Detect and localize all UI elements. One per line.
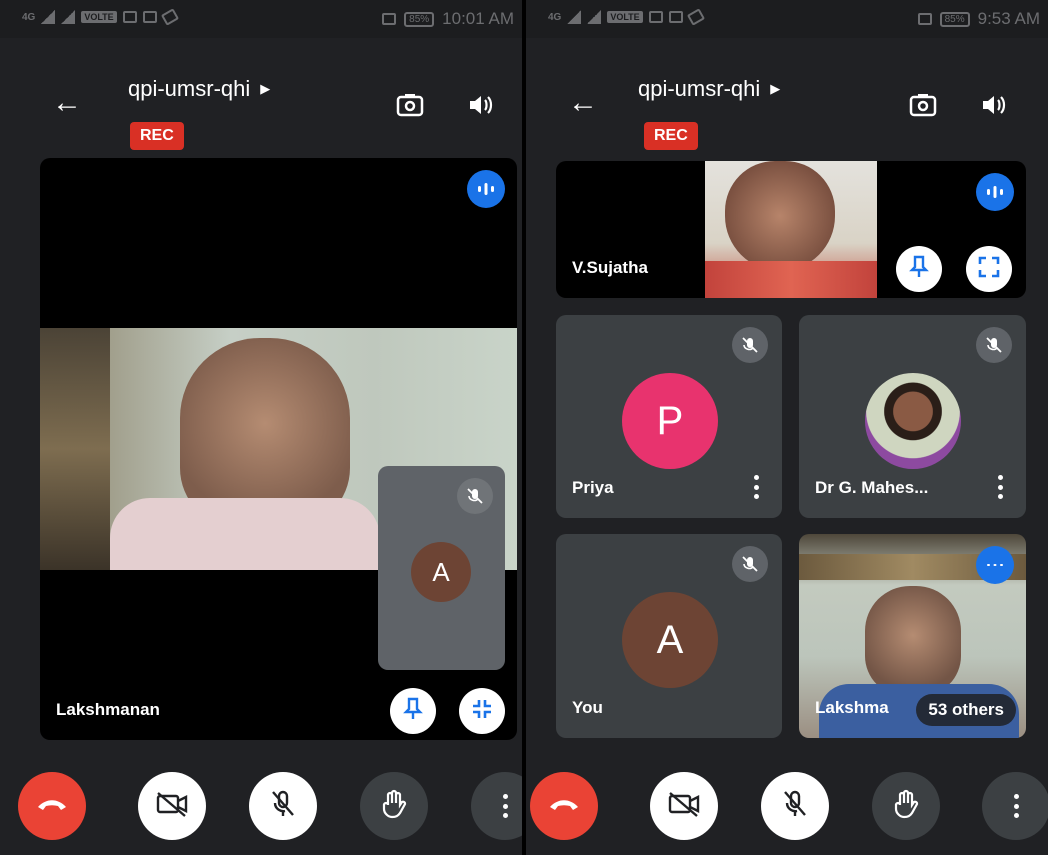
participant-tile-you[interactable]: A You — [556, 534, 782, 738]
end-call-button[interactable] — [18, 772, 86, 840]
meeting-header: ← qpi-umsr-qhi ▶ REC — [526, 60, 1048, 160]
participant-tile-mahes[interactable]: Dr G. Mahes... — [799, 315, 1026, 518]
recording-badge: REC — [644, 122, 698, 150]
participant-name: V.Sujatha — [572, 258, 648, 277]
participant-avatar-photo — [865, 373, 961, 469]
participant-tile-others[interactable]: Lakshma 53 others — [799, 534, 1026, 738]
pin-button[interactable] — [390, 688, 436, 734]
signal-icon-2 — [61, 10, 76, 24]
pin-button[interactable] — [896, 246, 942, 292]
battery-indicator: 85% — [404, 11, 435, 27]
minimize-icon — [471, 698, 493, 725]
participant-tile-priya[interactable]: P Priya — [556, 315, 782, 518]
mic-off-icon — [976, 327, 1012, 363]
minimize-button[interactable] — [459, 688, 505, 734]
gallery-notification-icon — [142, 11, 157, 23]
vibrate-icon — [382, 13, 397, 25]
end-call-icon — [547, 796, 581, 817]
camera-off-icon — [667, 790, 701, 823]
end-call-icon — [35, 796, 69, 817]
participant-name: Lakshma — [815, 698, 889, 717]
participant-name: Lakshmanan — [56, 700, 160, 719]
battery-indicator: 85% — [939, 11, 970, 27]
camera-switch-icon[interactable] — [393, 88, 427, 122]
more-options-button[interactable] — [982, 772, 1048, 840]
clock: 9:53 AM — [977, 9, 1040, 28]
participant-video — [705, 161, 877, 298]
fullscreen-button[interactable] — [966, 246, 1012, 292]
raise-hand-icon — [892, 789, 920, 824]
meeting-code: qpi-umsr-qhi — [128, 76, 251, 101]
gallery-notification-icon — [668, 11, 683, 23]
camera-off-icon — [155, 790, 189, 823]
participant-name: Dr G. Mahes... — [815, 478, 929, 497]
mic-off-icon — [732, 327, 768, 363]
speaking-indicator-icon — [976, 546, 1014, 584]
phone-notification-icon — [160, 8, 179, 26]
video-notification-icon — [648, 11, 663, 23]
play-triangle-icon: ▶ — [770, 81, 781, 96]
main-video-tile[interactable]: A Lakshmanan — [40, 158, 517, 740]
speaker-icon[interactable] — [463, 88, 497, 122]
meeting-title[interactable]: qpi-umsr-qhi ▶ — [638, 76, 780, 102]
more-vert-icon[interactable] — [744, 472, 768, 502]
end-call-button[interactable] — [530, 772, 598, 840]
meeting-header: ← qpi-umsr-qhi ▶ REC — [0, 60, 522, 160]
participant-name: Priya — [572, 478, 614, 497]
call-controls — [0, 760, 522, 855]
pin-icon — [403, 697, 423, 726]
fullscreen-icon — [978, 256, 1000, 283]
mic-off-icon — [457, 478, 493, 514]
mic-off-icon — [270, 789, 296, 824]
speaking-indicator-icon — [467, 170, 505, 208]
back-arrow-icon[interactable]: ← — [52, 86, 82, 120]
status-bar: 4G VOLTE 85% 9:53 AM — [526, 0, 1048, 38]
participant-name: You — [572, 698, 603, 717]
left-phone-screen: 4G VOLTE 85% 10:01 AM ← qpi-umsr-qhi ▶ R… — [0, 0, 522, 855]
status-bar: 4G VOLTE 85% 10:01 AM — [0, 0, 522, 38]
raise-hand-button[interactable] — [360, 772, 428, 840]
raise-hand-button[interactable] — [872, 772, 940, 840]
more-options-button[interactable] — [471, 772, 522, 840]
speaker-icon[interactable] — [976, 88, 1010, 122]
right-phone-screen: 4G VOLTE 85% 9:53 AM ← qpi-umsr-qhi ▶ RE… — [526, 0, 1048, 855]
camera-switch-icon[interactable] — [906, 88, 940, 122]
signal-icon-2 — [587, 10, 602, 24]
raise-hand-icon — [380, 789, 408, 824]
signal-icon — [567, 10, 582, 24]
recording-badge: REC — [130, 122, 184, 150]
volte-badge: VOLTE — [607, 11, 643, 23]
network-type: 4G — [548, 11, 562, 23]
back-arrow-icon[interactable]: ← — [568, 86, 598, 120]
mic-toggle-button[interactable] — [249, 772, 317, 840]
others-count-badge[interactable]: 53 others — [916, 694, 1016, 726]
more-vert-icon — [1004, 791, 1028, 821]
signal-icon — [41, 10, 56, 24]
more-vert-icon[interactable] — [988, 472, 1012, 502]
video-notification-icon — [122, 11, 137, 23]
participant-avatar: P — [622, 373, 718, 469]
video-tile-vsujatha[interactable]: V.Sujatha — [556, 161, 1026, 298]
vibrate-icon — [917, 13, 932, 25]
camera-toggle-button[interactable] — [138, 772, 206, 840]
mic-toggle-button[interactable] — [761, 772, 829, 840]
participant-avatar: A — [622, 592, 718, 688]
clock: 10:01 AM — [442, 9, 514, 28]
volte-badge: VOLTE — [81, 11, 117, 23]
more-vert-icon — [493, 791, 517, 821]
self-preview-tile[interactable]: A — [378, 466, 505, 670]
self-avatar: A — [411, 542, 471, 602]
play-triangle-icon: ▶ — [260, 81, 271, 96]
call-controls — [526, 760, 1048, 855]
pin-icon — [909, 255, 929, 284]
meeting-title[interactable]: qpi-umsr-qhi ▶ — [128, 76, 270, 102]
mic-off-icon — [732, 546, 768, 582]
mic-off-icon — [782, 789, 808, 824]
network-type: 4G — [22, 11, 36, 23]
meeting-code: qpi-umsr-qhi — [638, 76, 761, 101]
speaking-indicator-icon — [976, 173, 1014, 211]
phone-notification-icon — [686, 8, 705, 26]
camera-toggle-button[interactable] — [650, 772, 718, 840]
